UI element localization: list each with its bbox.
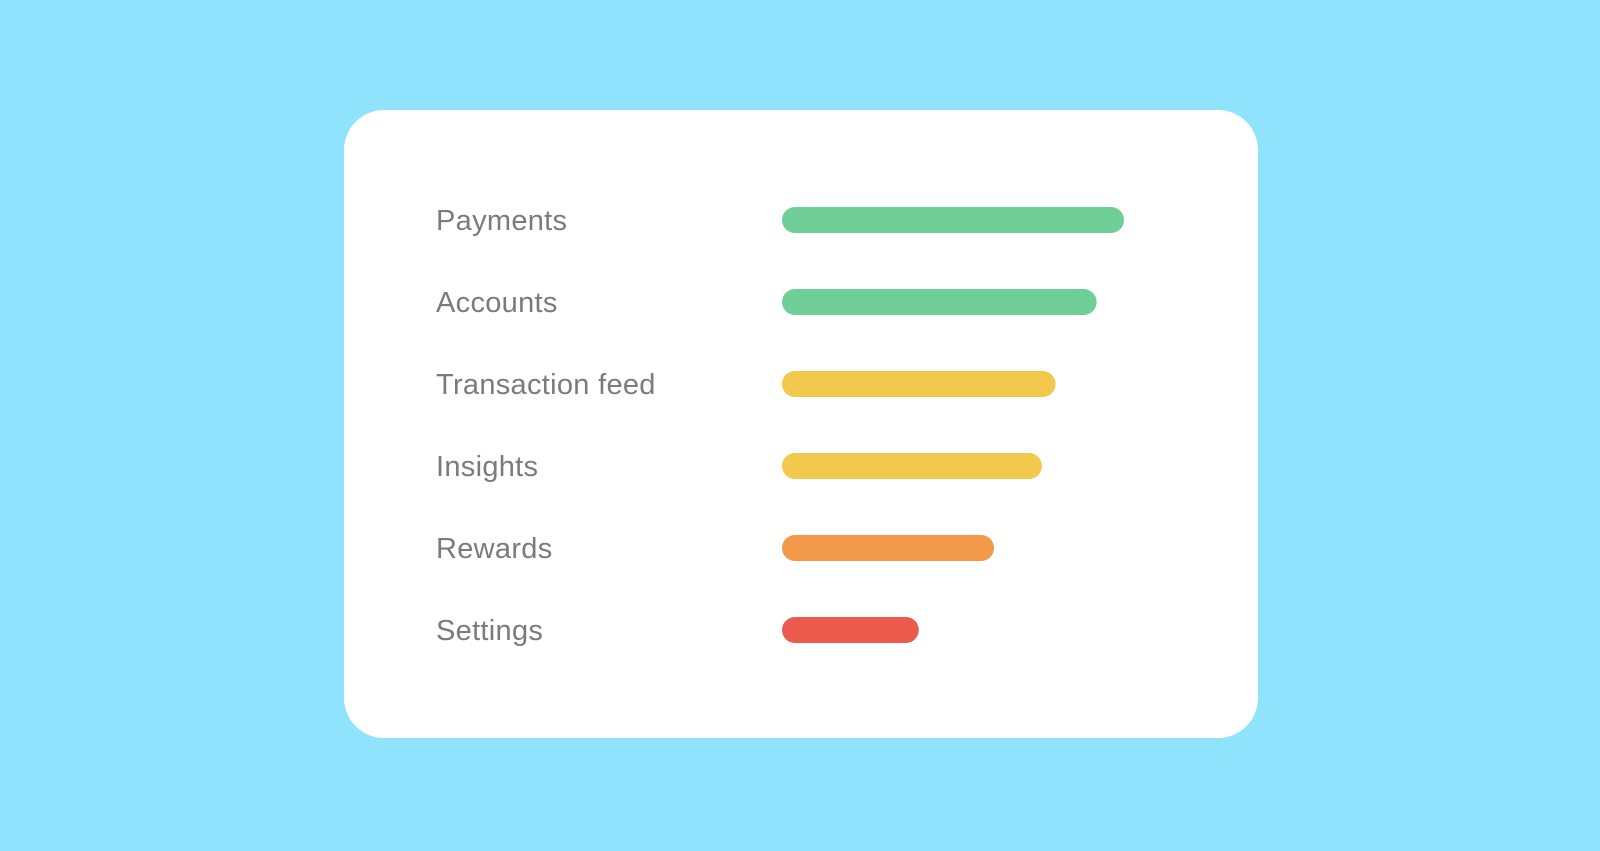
bar-accounts: [782, 289, 1097, 315]
bar-transaction-feed: [782, 371, 1056, 397]
category-label: Transaction feed: [436, 369, 656, 401]
category-label: Accounts: [436, 287, 558, 319]
bar-settings: [782, 617, 919, 643]
bar-payments: [782, 207, 1124, 233]
chart-card: Payments Accounts Transaction feed Insights…: [344, 110, 1258, 738]
category-label: Payments: [436, 205, 567, 237]
category-label: Settings: [436, 615, 543, 647]
bar-insights: [782, 453, 1042, 479]
category-label: Rewards: [436, 533, 553, 565]
category-label: Insights: [436, 451, 538, 483]
horizontal-bar-chart: Payments Accounts Transaction feed Insights…: [436, 205, 1124, 647]
bar-rewards: [782, 535, 995, 561]
